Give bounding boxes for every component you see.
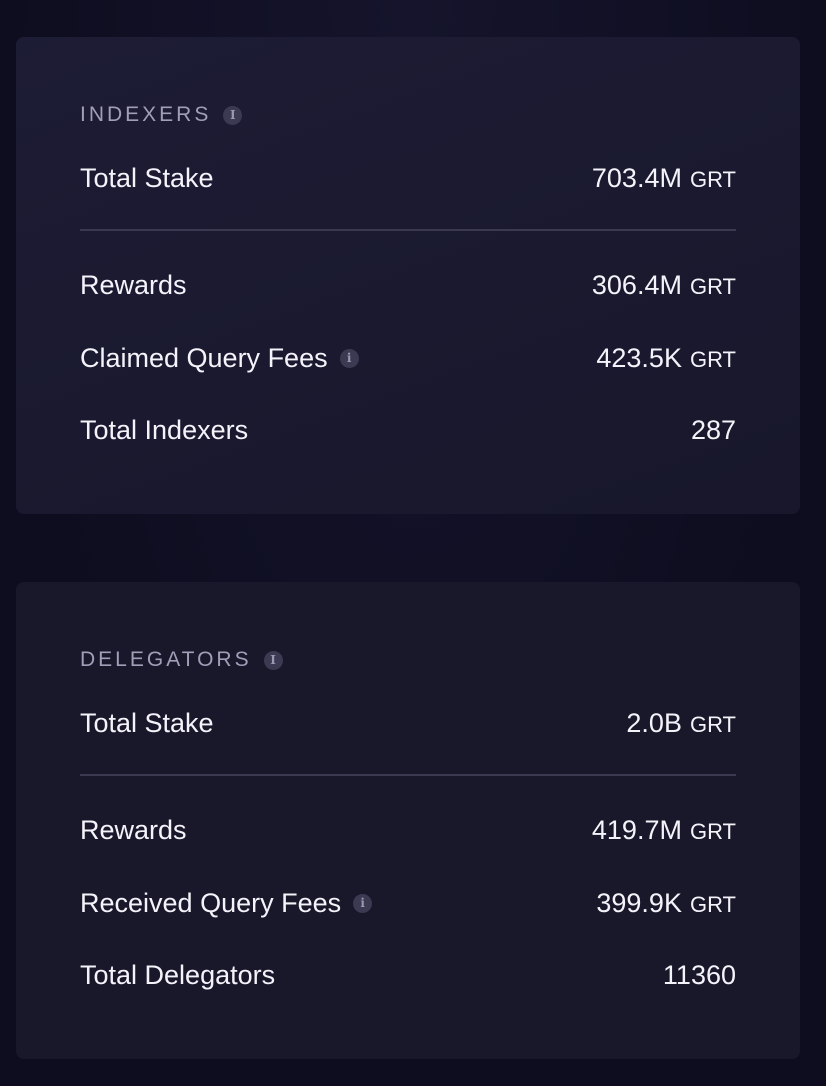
stat-value: 11360 — [663, 960, 736, 991]
info-icon[interactable]: i — [339, 348, 359, 368]
stat-amount: 287 — [690, 414, 736, 445]
stat-value: 2.0B GRT — [626, 708, 736, 739]
divider — [80, 774, 736, 776]
indexers-title-text: INDEXERS — [80, 103, 212, 126]
delegators-received-query-fees-row: Received Query Fees i 399.9K GRT — [80, 885, 736, 921]
stat-label: Rewards — [80, 814, 187, 845]
stat-label-text: Received Query Fees — [80, 887, 342, 918]
stat-label-text: Claimed Query Fees — [80, 342, 328, 373]
stat-unit: GRT — [689, 346, 736, 372]
stat-label: Total Stake — [80, 707, 214, 738]
stat-label-with-info: Received Query Fees i — [80, 887, 373, 919]
stat-value: 419.7M GRT — [592, 815, 736, 846]
stat-value: 399.9K GRT — [596, 888, 736, 919]
delegators-title-text: DELEGATORS — [80, 648, 252, 671]
stat-label: Total Stake — [80, 162, 214, 193]
stat-amount: 11360 — [662, 959, 736, 990]
info-icon[interactable]: i — [353, 893, 373, 913]
stat-unit: GRT — [689, 711, 736, 737]
indexers-rewards-row: Rewards 306.4M GRT — [80, 267, 736, 303]
stat-value: 703.4M GRT — [592, 163, 736, 194]
stat-label: Total Delegators — [80, 959, 276, 990]
delegators-section-title: DELEGATORS i — [80, 648, 283, 672]
stat-amount: 2.0B — [626, 707, 682, 738]
indexers-total-indexers-row: Total Indexers 287 — [80, 412, 736, 448]
info-icon[interactable]: i — [263, 650, 283, 670]
stat-amount: 399.9K — [596, 887, 682, 918]
indexers-section-title: INDEXERS i — [80, 103, 243, 127]
stat-unit: GRT — [689, 166, 736, 192]
stat-label-with-info: Claimed Query Fees i — [80, 343, 359, 374]
stat-label: Total Indexers — [80, 414, 249, 445]
stat-amount: 306.4M — [591, 269, 682, 300]
stat-unit: GRT — [689, 891, 736, 917]
indexers-claimed-query-fees-row: Claimed Query Fees i 423.5K GRT — [80, 340, 736, 376]
stat-value: 423.5K GRT — [596, 343, 736, 374]
stat-value: 306.4M GRT — [592, 270, 736, 301]
stat-amount: 419.7M — [591, 814, 682, 845]
info-icon[interactable]: i — [223, 105, 243, 125]
delegators-card: DELEGATORS i Total Stake 2.0B GRT Reward… — [16, 582, 800, 1059]
stat-unit: GRT — [689, 273, 736, 299]
stat-amount: 423.5K — [596, 342, 682, 373]
stat-unit: GRT — [689, 818, 736, 844]
delegators-total-delegators-row: Total Delegators 11360 — [80, 957, 736, 993]
delegators-total-stake-row: Total Stake 2.0B GRT — [80, 705, 736, 741]
stat-label: Rewards — [80, 269, 187, 300]
delegators-rewards-row: Rewards 419.7M GRT — [80, 812, 736, 848]
indexers-total-stake-row: Total Stake 703.4M GRT — [80, 160, 736, 196]
stat-value: 287 — [691, 415, 736, 446]
divider — [80, 229, 736, 231]
stat-amount: 703.4M — [591, 162, 682, 193]
indexers-card: INDEXERS i Total Stake 703.4M GRT Reward… — [16, 37, 800, 514]
